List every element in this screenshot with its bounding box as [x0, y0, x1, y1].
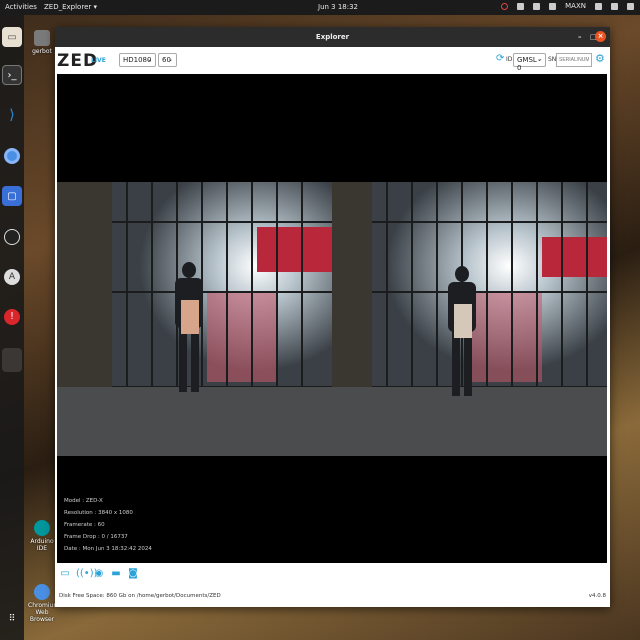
chromium-desktop-icon: [34, 584, 50, 600]
folder-icon[interactable]: ▭: [59, 568, 71, 580]
desktop-icon-chromium[interactable]: Chromium Web Browser: [28, 584, 59, 623]
toolbar: ZED LIVE HD1080⌄ 60⌄ ⟳ ID GMSL - 0⌄ SN ⚙: [55, 47, 610, 73]
recording-icon[interactable]: [501, 2, 509, 10]
record-icon[interactable]: ◉: [93, 568, 105, 580]
activities-button[interactable]: Activities: [5, 3, 37, 11]
version-text: v4.0.8: [588, 593, 606, 599]
camera-id-select[interactable]: GMSL - 0 ⌄: [513, 53, 546, 72]
chevron-down-icon: ⌄: [536, 56, 542, 63]
minimize-button[interactable]: –: [578, 33, 582, 41]
serial-number-input[interactable]: [556, 53, 592, 67]
software-updater-icon[interactable]: A: [2, 267, 22, 287]
explorer-window: Explorer – □ × ZED LIVE HD1080 ⌄ 60 ⌄ ⟳ ID…: [55, 27, 610, 607]
close-button[interactable]: ×: [595, 31, 606, 42]
error-report-icon[interactable]: !: [2, 307, 22, 327]
resolution-select[interactable]: HD1080 ⌄: [119, 53, 156, 67]
clock[interactable]: Jun 3 18:32: [318, 3, 358, 11]
terminal-icon[interactable]: ›_: [2, 65, 22, 85]
resolution-text: Resolution : 3840 x 1080: [64, 510, 133, 516]
date-text: Date : Mon Jun 3 18:32:42 2024: [64, 546, 152, 552]
nvidia-icon[interactable]: [549, 2, 557, 10]
home-folder-icon: [34, 30, 50, 46]
fps-select[interactable]: 60 ⌄: [158, 53, 177, 67]
keyboard-icon[interactable]: [533, 2, 541, 10]
bottom-toolbar: ▭ ((•)) ◉ ▬ ◙: [59, 568, 139, 586]
video-viewer[interactable]: Model : ZED-X Resolution : 3840 x 1080 F…: [57, 74, 607, 563]
power-icon[interactable]: [627, 2, 634, 10]
top-bar: Activities ZED_Explorer ▾ Jun 3 18:32 MA…: [0, 0, 640, 15]
live-indicator: LIVE: [91, 57, 106, 64]
desktop-icon-arduino[interactable]: Arduino IDE: [28, 520, 56, 552]
zed-explorer-dock-icon[interactable]: [2, 348, 22, 372]
chevron-down-icon: ⌄: [167, 56, 173, 63]
network-icon[interactable]: [595, 2, 602, 10]
refresh-icon[interactable]: ⟳: [496, 53, 504, 64]
power-mode-label[interactable]: MAXN: [565, 2, 586, 10]
window-title: Explorer: [315, 33, 350, 41]
app-menu[interactable]: ZED_Explorer ▾: [44, 3, 97, 11]
right-camera-frame: [332, 182, 607, 456]
left-camera-frame: [57, 182, 332, 456]
model-text: Model : ZED-X: [64, 498, 103, 504]
system-tray[interactable]: MAXN: [501, 2, 634, 10]
chromium-icon[interactable]: [2, 146, 22, 166]
snapshot-icon[interactable]: ◙: [127, 568, 139, 580]
svo-icon[interactable]: ▬: [110, 568, 122, 580]
disk-space-text: Disk Free Space: 860 Gb on /home/gerbot/…: [59, 593, 221, 599]
settings-gear-icon[interactable]: ⚙: [595, 52, 605, 65]
stream-icon[interactable]: ((•)): [76, 568, 98, 580]
dock: ▭ ›_ ⟩ ▢ A ! ⠿: [0, 15, 24, 640]
status-bar: Disk Free Space: 860 Gb on /home/gerbot/…: [59, 593, 606, 599]
files-icon[interactable]: ▭: [2, 27, 22, 47]
volume-icon[interactable]: [611, 2, 618, 10]
frame-drop-text: Frame Drop : 0 / 16737: [64, 534, 128, 540]
obs-icon[interactable]: [2, 227, 22, 247]
id-label: ID: [506, 56, 513, 63]
screenshot-icon[interactable]: ▢: [2, 186, 22, 206]
arduino-icon: [34, 520, 50, 536]
desktop-icon-home[interactable]: gerbot: [28, 30, 56, 55]
framerate-text: Framerate : 60: [64, 522, 105, 528]
camera-info-panel: Model : ZED-X Resolution : 3840 x 1080 F…: [64, 495, 152, 555]
title-bar[interactable]: Explorer – □ ×: [55, 27, 610, 47]
accessibility-icon[interactable]: [517, 2, 525, 10]
vscode-icon[interactable]: ⟩: [2, 105, 22, 125]
show-apps-icon[interactable]: ⠿: [2, 609, 22, 629]
chevron-down-icon: ⌄: [146, 56, 152, 63]
